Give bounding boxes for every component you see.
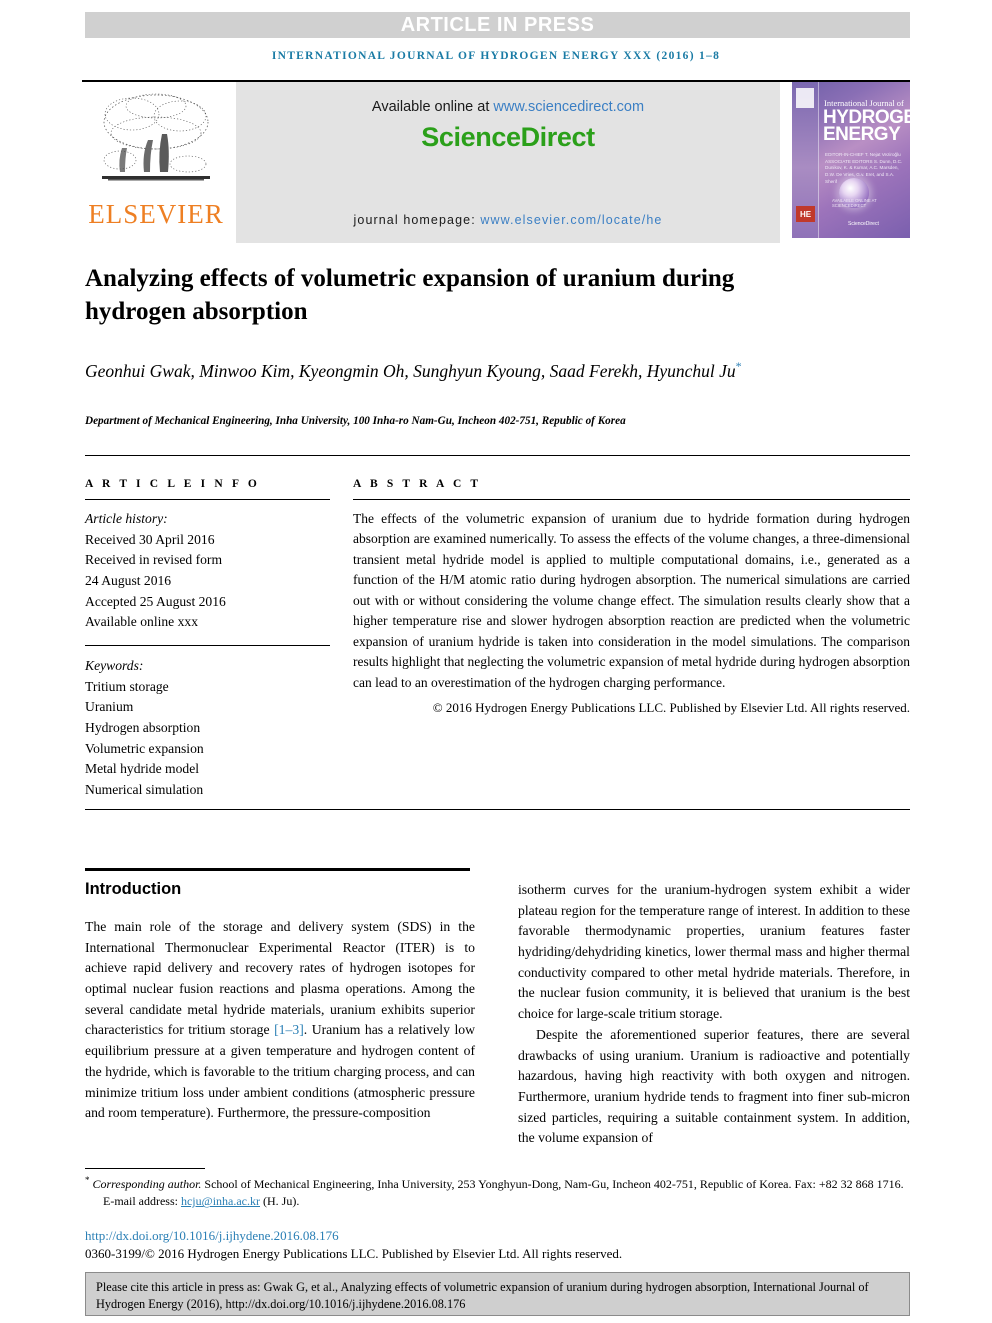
introduction-left-column: The main role of the storage and deliver… bbox=[85, 917, 475, 1124]
journal-homepage-prefix: journal homepage: bbox=[353, 213, 481, 227]
article-info-heading: A R T I C L E I N F O bbox=[85, 478, 260, 490]
footnote-block: * Corresponding author. School of Mechan… bbox=[85, 1174, 913, 1211]
masthead: ELSEVIER Available online at www.science… bbox=[82, 80, 910, 243]
keyword-item: Hydrogen absorption bbox=[85, 719, 201, 735]
keyword-item: Tritium storage bbox=[85, 678, 169, 694]
email-note: E-mail address: hcju@inha.ac.kr (H. Ju). bbox=[85, 1193, 913, 1210]
issn-copyright-line: 0360-3199/© 2016 Hydrogen Energy Publica… bbox=[85, 1246, 623, 1261]
corresponding-author-marker[interactable]: * bbox=[736, 359, 742, 373]
journal-cover-thumbnail: HE International Journal of HYDROGEN ENE… bbox=[786, 82, 910, 243]
history-item: Available online xxx bbox=[85, 614, 198, 630]
keyword-item: Numerical simulation bbox=[85, 781, 204, 797]
info-abstract-band: A R T I C L E I N F O Article history: R… bbox=[85, 455, 910, 810]
intro-right-paragraph-1: isotherm curves for the uranium-hydrogen… bbox=[518, 882, 910, 1022]
keyword-item: Metal hydride model bbox=[85, 761, 200, 777]
abstract-column: A B S T R A C T The effects of the volum… bbox=[353, 456, 910, 809]
article-title: Analyzing effects of volumetric expansio… bbox=[85, 265, 735, 326]
intro-left-text-a: The main role of the storage and deliver… bbox=[85, 919, 475, 1038]
please-cite-box: Please cite this article in press as: Gw… bbox=[85, 1272, 910, 1316]
introduction-heading: Introduction bbox=[85, 880, 182, 898]
journal-homepage-link[interactable]: www.elsevier.com/locate/he bbox=[480, 213, 662, 227]
article-page: ARTICLE IN PRESS INTERNATIONAL JOURNAL O… bbox=[0, 0, 992, 1323]
cover-he-badge: HE bbox=[796, 206, 815, 222]
footnote-rule bbox=[85, 1168, 205, 1169]
article-info-rule bbox=[85, 499, 330, 500]
history-item: 24 August 2016 bbox=[85, 572, 172, 588]
corresponding-author-address: School of Mechanical Engineering, Inha U… bbox=[201, 1177, 904, 1191]
author-names: Geonhui Gwak, Minwoo Kim, Kyeongmin Oh, … bbox=[85, 360, 736, 381]
cover-elsevier-icon bbox=[796, 88, 814, 108]
keywords-rule bbox=[85, 644, 330, 646]
email-suffix: (H. Ju). bbox=[260, 1194, 300, 1209]
introduction-rule bbox=[85, 868, 470, 871]
introduction-right-column: isotherm curves for the uranium-hydrogen… bbox=[518, 880, 910, 1149]
elsevier-wordmark: ELSEVIER bbox=[88, 199, 224, 229]
abstract-rule bbox=[353, 499, 910, 500]
corresponding-author-note: * Corresponding author. School of Mechan… bbox=[85, 1174, 913, 1193]
keyword-item: Uranium bbox=[85, 699, 134, 715]
abstract-copyright: © 2016 Hydrogen Energy Publications LLC.… bbox=[432, 699, 910, 715]
history-item: Received 30 April 2016 bbox=[85, 531, 215, 547]
email-label: E-mail address: bbox=[103, 1194, 181, 1209]
article-history-label: Article history: bbox=[85, 511, 168, 526]
abstract-text: The effects of the volumetric expansion … bbox=[353, 511, 910, 690]
reference-citation-link[interactable]: [1–3] bbox=[274, 1022, 304, 1037]
cover-editors: EDITOR-IN-CHIEF T. Nejat Veziroğlu ASSOC… bbox=[825, 152, 903, 184]
keywords-label: Keywords: bbox=[85, 657, 144, 673]
available-online-line: Available online at www.sciencedirect.co… bbox=[236, 99, 780, 115]
sciencedirect-logo: ScienceDirect bbox=[421, 122, 595, 152]
abstract-heading: A B S T R A C T bbox=[353, 478, 482, 490]
keyword-item: Volumetric expansion bbox=[85, 740, 204, 756]
corresponding-author-label: Corresponding author. bbox=[92, 1177, 202, 1191]
article-in-press-label: ARTICLE IN PRESS bbox=[400, 13, 595, 36]
journal-cover-image: HE International Journal of HYDROGEN ENE… bbox=[792, 82, 910, 238]
cover-footnote: AVAILABLE ONLINE AT SCIENCEDIRECT bbox=[832, 198, 877, 208]
doi-link[interactable]: http://dx.doi.org/10.1016/j.ijhydene.201… bbox=[85, 1228, 339, 1244]
email-link[interactable]: hcju@inha.ac.kr bbox=[181, 1194, 260, 1208]
journal-running-head: INTERNATIONAL JOURNAL OF HYDROGEN ENERGY… bbox=[271, 50, 721, 62]
article-history-block: Article history: Received 30 April 2016 … bbox=[85, 509, 335, 633]
sciencedirect-banner: Available online at www.sciencedirect.co… bbox=[236, 82, 780, 243]
author-list: Geonhui Gwak, Minwoo Kim, Kyeongmin Oh, … bbox=[85, 358, 845, 384]
elsevier-logo: ELSEVIER bbox=[82, 82, 230, 243]
sciencedirect-url-link[interactable]: www.sciencedirect.com bbox=[493, 99, 644, 115]
cover-journal-title: HYDROGEN ENERGY bbox=[823, 108, 910, 146]
elsevier-tree-icon bbox=[102, 93, 210, 181]
footnote-asterisk-icon: * bbox=[85, 1175, 90, 1185]
author-affiliation: Department of Mechanical Engineering, In… bbox=[85, 415, 626, 427]
history-item: Received in revised form bbox=[85, 552, 223, 568]
cover-sciencedirect-label: ScienceDirect bbox=[848, 221, 879, 227]
intro-right-paragraph-2: Despite the aforementioned superior feat… bbox=[518, 1026, 910, 1146]
history-item: Accepted 25 August 2016 bbox=[85, 593, 226, 609]
journal-homepage-line: journal homepage: www.elsevier.com/locat… bbox=[236, 213, 780, 227]
article-info-column: A R T I C L E I N F O Article history: R… bbox=[85, 456, 353, 809]
article-in-press-banner: ARTICLE IN PRESS bbox=[85, 12, 910, 38]
cover-title-energy: ENERGY bbox=[823, 124, 901, 146]
available-online-prefix: Available online at bbox=[371, 99, 494, 115]
keywords-block: Keywords: Tritium storage Uranium Hydrog… bbox=[85, 656, 335, 801]
